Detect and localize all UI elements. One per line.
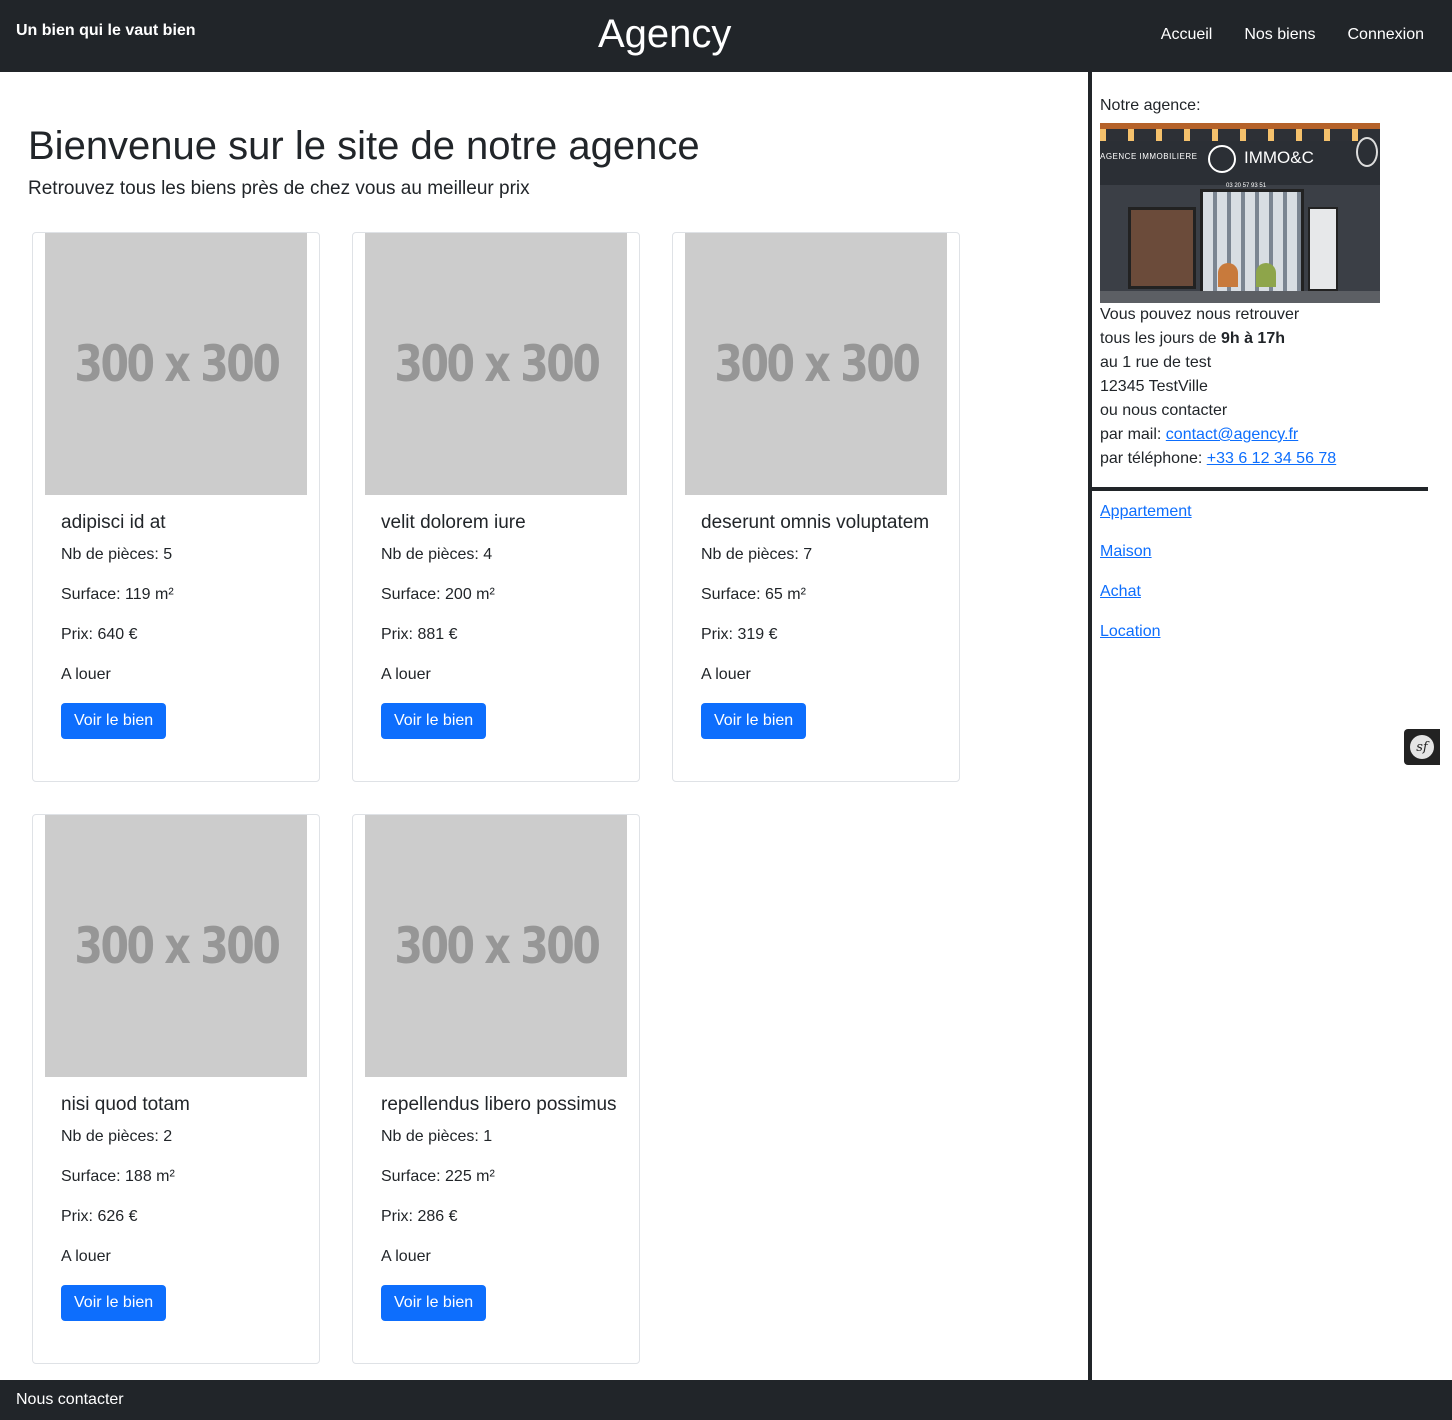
agency-contact-info: Vous pouvez nous retrouver tous les jour… xyxy=(1100,303,1440,471)
property-rooms: Nb de pièces: 7 xyxy=(701,546,813,563)
page-subtitle: Retrouvez tous les biens près de chez vo… xyxy=(28,178,530,199)
property-image-placeholder: 300 x 300 xyxy=(45,233,307,495)
property-price: Prix: 319 € xyxy=(701,626,778,643)
nav-connexion[interactable]: Connexion xyxy=(1348,26,1425,44)
agency-logo-icon xyxy=(1208,145,1236,173)
sidebar-divider xyxy=(1088,72,1092,1380)
top-navbar: Un bien qui le vaut bien Agency Accueil … xyxy=(0,0,1452,72)
property-surface: Surface: 200 m² xyxy=(381,586,495,603)
nav-nos-biens[interactable]: Nos biens xyxy=(1244,26,1315,44)
footer-contact-link[interactable]: Nous contacter xyxy=(16,1391,124,1409)
nav-accueil[interactable]: Accueil xyxy=(1161,26,1213,44)
contact-line: Vous pouvez nous retrouver xyxy=(1100,306,1300,323)
property-title: repellendus libero possimus xyxy=(381,1094,617,1115)
property-status: A louer xyxy=(61,1248,111,1265)
symfony-icon: sf xyxy=(1410,735,1434,759)
contact-city: 12345 TestVille xyxy=(1100,378,1208,395)
agency-photo: AGENCE IMMOBILIERE IMMO&C 03 20 57 93 51 xyxy=(1100,123,1380,303)
property-surface: Surface: 119 m² xyxy=(61,586,174,603)
view-property-button[interactable]: Voir le bien xyxy=(61,703,167,739)
property-rooms: Nb de pièces: 1 xyxy=(381,1128,493,1145)
property-status: A louer xyxy=(381,666,431,683)
property-price: Prix: 881 € xyxy=(381,626,458,643)
property-card: 300 x 300 nisi quod totam Nb de pièces: … xyxy=(32,814,320,1364)
main-nav: Accueil Nos biens Connexion xyxy=(1161,26,1424,44)
view-property-button[interactable]: Voir le bien xyxy=(61,1285,167,1321)
fingerprint-icon xyxy=(1356,137,1378,167)
property-rooms: Nb de pièces: 2 xyxy=(61,1128,173,1145)
contact-line: ou nous contacter xyxy=(1100,402,1228,419)
view-property-button[interactable]: Voir le bien xyxy=(701,703,807,739)
property-image-placeholder: 300 x 300 xyxy=(685,233,947,495)
page-title: Bienvenue sur le site de notre agence xyxy=(28,124,700,168)
agency-photo-sign-left: AGENCE IMMOBILIERE xyxy=(1100,152,1198,161)
category-link-maison[interactable]: Maison xyxy=(1100,540,1192,564)
property-title: nisi quod totam xyxy=(61,1094,190,1115)
symfony-toolbar-toggle[interactable]: sf xyxy=(1404,729,1440,765)
property-surface: Surface: 188 m² xyxy=(61,1168,175,1185)
property-image-placeholder: 300 x 300 xyxy=(365,815,627,1077)
footer: Nous contacter xyxy=(0,1380,1452,1420)
brand-logo[interactable]: Agency xyxy=(598,11,731,57)
property-title: deserunt omnis voluptatem xyxy=(701,512,930,533)
category-links: Appartement Maison Achat Location xyxy=(1100,500,1192,660)
property-status: A louer xyxy=(381,1248,431,1265)
property-image-placeholder: 300 x 300 xyxy=(365,233,627,495)
main-content: Bienvenue sur le site de notre agence Re… xyxy=(0,72,1088,1380)
property-image-placeholder: 300 x 300 xyxy=(45,815,307,1077)
property-status: A louer xyxy=(61,666,111,683)
sidebar-separator xyxy=(1092,487,1428,491)
opening-hours: 9h à 17h xyxy=(1220,330,1285,347)
property-rooms: Nb de pièces: 4 xyxy=(381,546,493,563)
property-card: 300 x 300 deserunt omnis voluptatem Nb d… xyxy=(672,232,960,782)
category-link-appartement[interactable]: Appartement xyxy=(1100,500,1192,524)
property-title: adipisci id at xyxy=(61,512,166,533)
category-link-achat[interactable]: Achat xyxy=(1100,580,1192,604)
property-surface: Surface: 225 m² xyxy=(381,1168,495,1185)
phone-link[interactable]: +33 6 12 34 56 78 xyxy=(1207,450,1336,467)
view-property-button[interactable]: Voir le bien xyxy=(381,1285,487,1321)
view-property-button[interactable]: Voir le bien xyxy=(381,703,487,739)
mail-link[interactable]: contact@agency.fr xyxy=(1166,426,1298,443)
agency-photo-sign-right: IMMO&C xyxy=(1244,148,1314,167)
property-surface: Surface: 65 m² xyxy=(701,586,806,603)
agency-title: Notre agence: xyxy=(1100,97,1201,114)
property-card: 300 x 300 velit dolorem iure Nb de pièce… xyxy=(352,232,640,782)
site-tagline: Un bien qui le vaut bien xyxy=(16,22,196,39)
contact-address: au 1 rue de test xyxy=(1100,354,1212,371)
contact-hours-line: tous les jours de 9h à 17h xyxy=(1100,330,1285,347)
contact-mail-line: par mail: contact@agency.fr xyxy=(1100,426,1299,443)
property-price: Prix: 286 € xyxy=(381,1208,458,1225)
property-title: velit dolorem iure xyxy=(381,512,526,533)
contact-phone-line: par téléphone: +33 6 12 34 56 78 xyxy=(1100,450,1337,467)
property-price: Prix: 640 € xyxy=(61,626,138,643)
property-card: 300 x 300 repellendus libero possimus Nb… xyxy=(352,814,640,1364)
property-price: Prix: 626 € xyxy=(61,1208,138,1225)
category-link-location[interactable]: Location xyxy=(1100,620,1192,644)
property-status: A louer xyxy=(701,666,751,683)
property-card: 300 x 300 adipisci id at Nb de pièces: 5… xyxy=(32,232,320,782)
property-rooms: Nb de pièces: 5 xyxy=(61,546,173,563)
